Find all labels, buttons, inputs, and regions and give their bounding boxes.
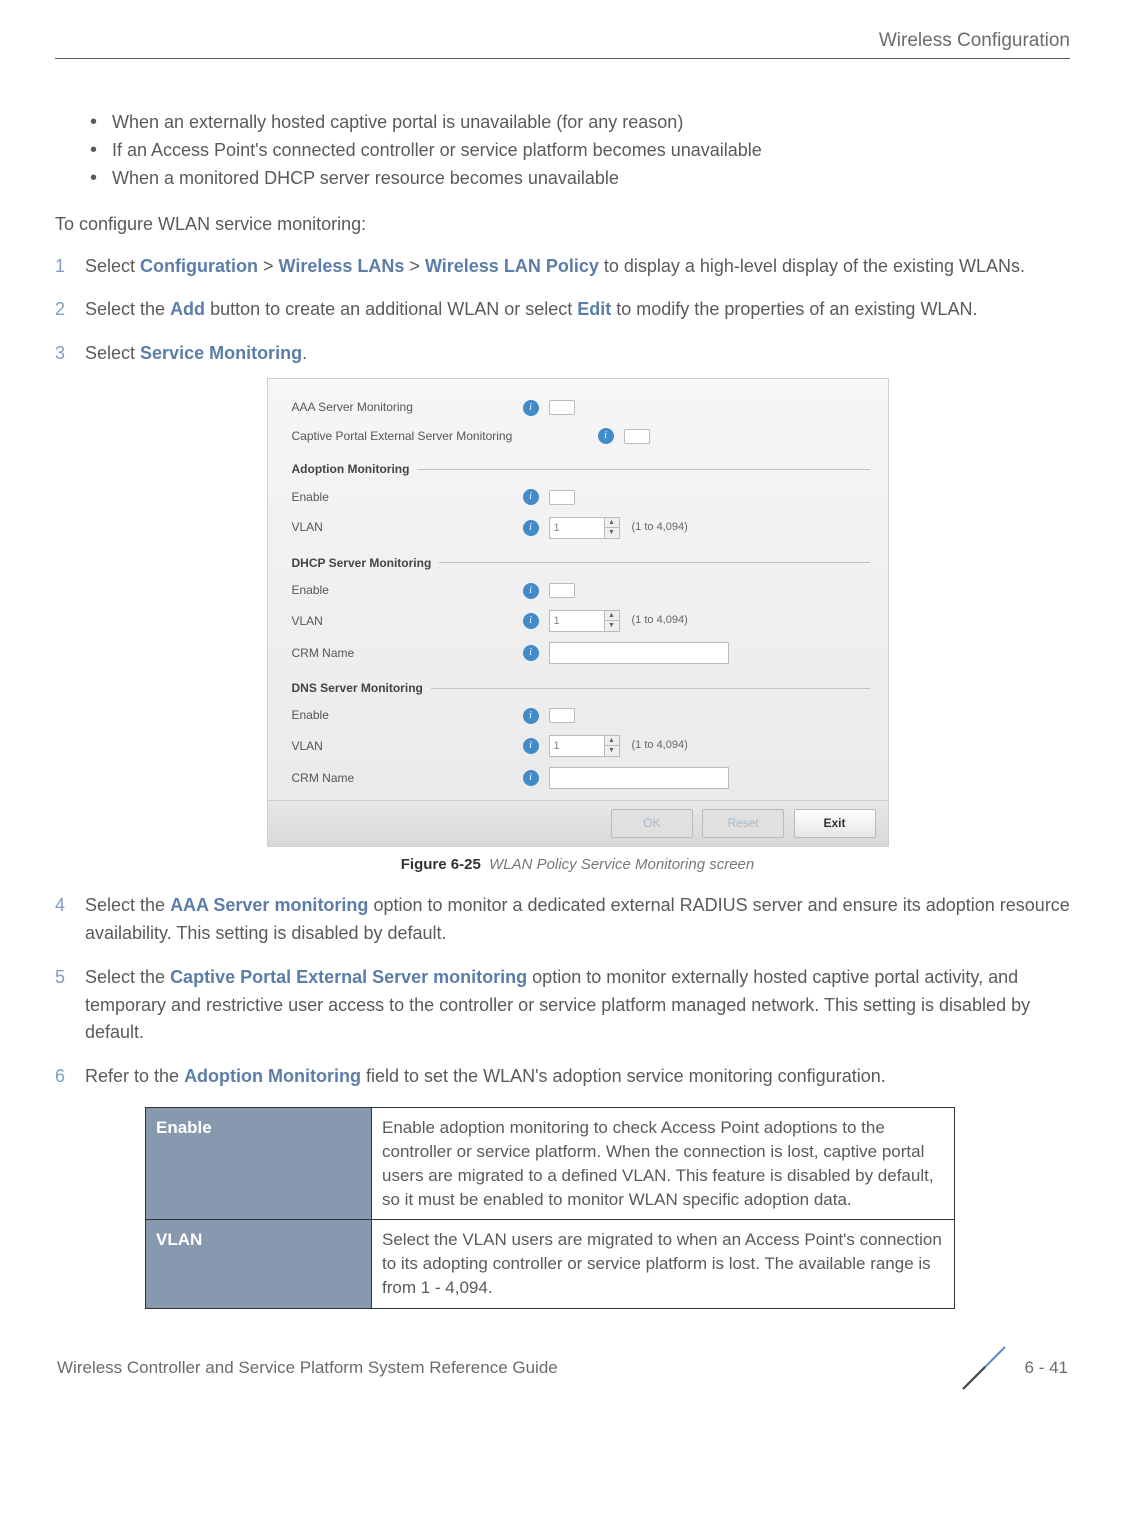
info-icon[interactable]: i [523,708,539,724]
enable-label: Enable [292,581,517,600]
dialog-footer: OK Reset Exit [268,800,888,846]
dhcp-crm-input[interactable] [549,642,729,664]
ok-button[interactable]: OK [611,809,693,838]
reset-button[interactable]: Reset [702,809,784,838]
enable-label: Enable [292,706,517,725]
spin-down-icon[interactable]: ▼ [605,746,619,755]
spin-up-icon[interactable]: ▲ [605,736,619,746]
link-aaa-monitoring: AAA Server monitoring [170,895,368,915]
table-key: Enable [146,1108,372,1220]
link-service-monitoring: Service Monitoring [140,343,302,363]
figure-caption: Figure 6-25 WLAN Policy Service Monitori… [85,853,1070,876]
table-value: Select the VLAN users are migrated to wh… [372,1220,955,1308]
definitions-table: Enable Enable adoption monitoring to che… [145,1107,955,1309]
link-adoption-monitoring: Adoption Monitoring [184,1066,361,1086]
captive-checkbox[interactable] [624,429,650,444]
dhcp-vlan-input[interactable] [549,610,605,632]
dns-vlan-input[interactable] [549,735,605,757]
link-add: Add [170,299,205,319]
vlan-label: VLAN [292,518,517,537]
info-icon[interactable]: i [523,770,539,786]
info-icon[interactable]: i [523,520,539,536]
link-captive-monitoring: Captive Portal External Server monitorin… [170,967,527,987]
table-row: Enable Enable adoption monitoring to che… [146,1108,955,1220]
table-key: VLAN [146,1220,372,1308]
intro-text: To configure WLAN service monitoring: [55,211,1070,239]
table-row: VLAN Select the VLAN users are migrated … [146,1220,955,1308]
step-4: Select the AAA Server monitoring option … [55,892,1070,948]
info-icon[interactable]: i [598,428,614,444]
link-wireless-lans: Wireless LANs [279,256,405,276]
page-corner-icon [961,1345,1007,1391]
page-header: Wireless Configuration [55,30,1070,59]
info-icon[interactable]: i [523,613,539,629]
bullet-item: When an externally hosted captive portal… [90,109,1070,137]
info-icon[interactable]: i [523,738,539,754]
crm-label: CRM Name [292,644,517,663]
vlan-label: VLAN [292,737,517,756]
captive-label: Captive Portal External Server Monitorin… [292,427,592,446]
dns-enable-checkbox[interactable] [549,708,575,723]
info-icon[interactable]: i [523,583,539,599]
vlan-hint: (1 to 4,094) [626,737,688,754]
step-2: Select the Add button to create an addit… [55,296,1070,324]
step-6: Refer to the Adoption Monitoring field t… [55,1063,1070,1091]
info-icon[interactable]: i [523,489,539,505]
link-edit: Edit [577,299,611,319]
dns-crm-input[interactable] [549,767,729,789]
vlan-hint: (1 to 4,094) [626,612,688,629]
link-wlan-policy: Wireless LAN Policy [425,256,599,276]
exit-button[interactable]: Exit [794,809,876,838]
group-dns: DNS Server Monitoring [292,679,870,698]
footer-left: Wireless Controller and Service Platform… [57,1358,558,1378]
group-dhcp: DHCP Server Monitoring [292,554,870,573]
group-adoption: Adoption Monitoring [292,460,870,479]
crm-label: CRM Name [292,769,517,788]
adoption-enable-checkbox[interactable] [549,490,575,505]
bullet-item: If an Access Point's connected controlle… [90,137,1070,165]
step-3: Select Service Monitoring. AAA Server Mo… [55,340,1070,875]
enable-label: Enable [292,488,517,507]
vlan-hint: (1 to 4,094) [626,519,688,536]
step-1: Select Configuration > Wireless LANs > W… [55,253,1070,281]
spin-down-icon[interactable]: ▼ [605,621,619,630]
spin-up-icon[interactable]: ▲ [605,518,619,528]
aaa-label: AAA Server Monitoring [292,398,517,417]
vlan-label: VLAN [292,612,517,631]
bullet-list: When an externally hosted captive portal… [55,109,1070,193]
spin-down-icon[interactable]: ▼ [605,528,619,537]
link-configuration: Configuration [140,256,258,276]
table-value: Enable adoption monitoring to check Acce… [372,1108,955,1220]
aaa-checkbox[interactable] [549,400,575,415]
adoption-vlan-input[interactable] [549,517,605,539]
info-icon[interactable]: i [523,400,539,416]
spin-up-icon[interactable]: ▲ [605,611,619,621]
footer-right: 6 - 41 [1025,1358,1068,1378]
dhcp-enable-checkbox[interactable] [549,583,575,598]
info-icon[interactable]: i [523,645,539,661]
bullet-item: When a monitored DHCP server resource be… [90,165,1070,193]
step-5: Select the Captive Portal External Serve… [55,964,1070,1048]
screenshot-panel: AAA Server Monitoring i Captive Portal E… [267,378,889,846]
